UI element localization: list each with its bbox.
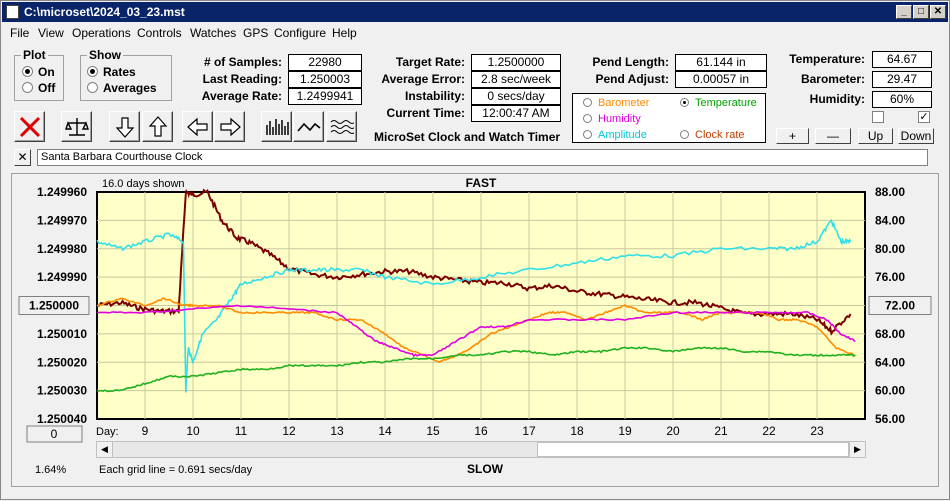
- days-shown-label: 16.0 days shown: [102, 178, 185, 190]
- right-tick-label: 80.00: [875, 242, 905, 256]
- x-tick-label: 17: [522, 424, 536, 438]
- left-tick-label: 1.249960: [37, 185, 87, 199]
- x-tick-label: 9: [142, 424, 149, 438]
- right-tick-label: 60.00: [875, 384, 905, 398]
- right-tick-label: 88.00: [875, 185, 905, 199]
- right-tick-label: 84.00: [875, 213, 905, 227]
- left-tick-label: 1.249990: [37, 270, 87, 284]
- x-tick-label: 18: [570, 424, 584, 438]
- time-scrollbar[interactable]: ◀ ▶: [96, 441, 866, 458]
- x-tick-label: 14: [378, 424, 392, 438]
- left-tick-label: 1.250030: [37, 384, 87, 398]
- app-window: C:\microset\2024_03_23.mst _ □ ✕ File Vi…: [0, 0, 950, 500]
- left-center-value: 1.250000: [29, 299, 79, 313]
- x-tick-label: 15: [426, 424, 440, 438]
- x-tick-label: 22: [762, 424, 776, 438]
- right-center-value: 72.00: [885, 299, 915, 313]
- rate-chart: 1.249960 88.00 1.249970 84.00 1.249980 80.00 1…: [18, 176, 932, 476]
- right-tick-label: 56.00: [875, 412, 905, 426]
- scroll-thumb[interactable]: [537, 442, 849, 457]
- left-tick-label: 1.249970: [37, 213, 87, 227]
- x-tick-label: 13: [330, 424, 344, 438]
- x-tick-label: 16: [474, 424, 488, 438]
- right-tick-label: 76.00: [875, 270, 905, 284]
- right-tick-label: 64.00: [875, 355, 905, 369]
- x-tick-label: 23: [810, 424, 824, 438]
- x-tick-label: 12: [282, 424, 296, 438]
- fast-label: FAST: [466, 176, 497, 190]
- scroll-right-icon[interactable]: ▶: [849, 442, 865, 457]
- x-tick-label: 10: [186, 424, 200, 438]
- left-tick-label: 1.250020: [37, 355, 87, 369]
- scroll-left-icon[interactable]: ◀: [97, 442, 113, 457]
- left-tick-label: 1.249980: [37, 242, 87, 256]
- x-tick-label: 19: [618, 424, 632, 438]
- x-axis-title: Day:: [96, 426, 119, 438]
- left-tick-label: 1.250010: [37, 327, 87, 341]
- x-tick-label: 21: [714, 424, 728, 438]
- x-tick-label: 20: [666, 424, 680, 438]
- left-bottom-value: 0: [51, 427, 58, 441]
- right-tick-label: 68.00: [875, 327, 905, 341]
- percent-label: 1.64%: [35, 464, 66, 476]
- slow-label: SLOW: [467, 462, 504, 476]
- left-tick-label: 1.250040: [37, 412, 87, 426]
- grid-note: Each grid line = 0.691 secs/day: [99, 464, 253, 476]
- x-tick-label: 11: [235, 424, 248, 438]
